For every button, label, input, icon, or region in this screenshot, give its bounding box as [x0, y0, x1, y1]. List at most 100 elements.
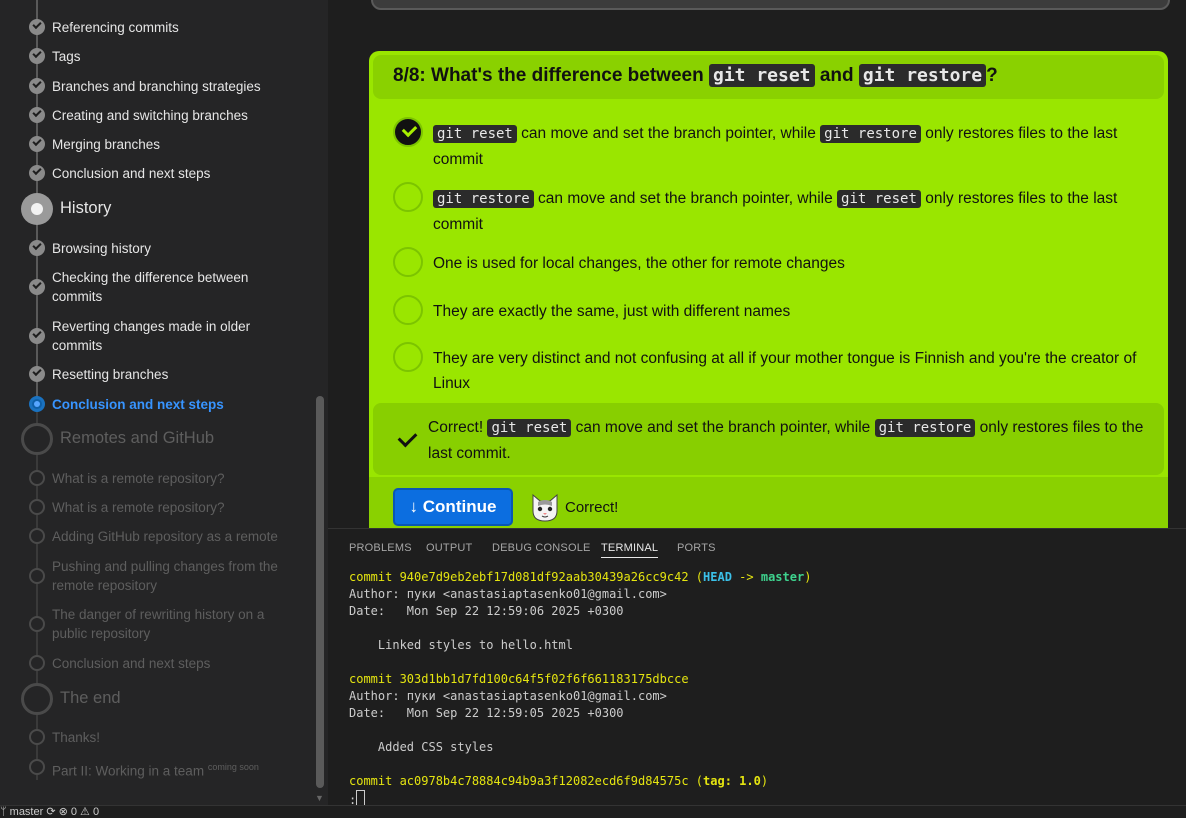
sidebar-item-conclusion[interactable]: Conclusion and next steps — [52, 164, 284, 183]
feedback-prefix: Correct! — [428, 419, 484, 436]
head-label: HEAD — [703, 570, 732, 584]
option-text-part: can move and set the branch pointer, whi… — [538, 190, 833, 207]
sidebar-item-adding-github[interactable]: Adding GitHub repository as a remote — [52, 527, 284, 546]
code-git-restore: git restore — [858, 64, 987, 87]
option-text: They are exactly the same, just with dif… — [433, 303, 791, 320]
sidebar-item-tags[interactable]: Tags — [52, 47, 284, 66]
lesson-done-icon — [29, 48, 45, 64]
option-text: They are very distinct and not confusing… — [433, 350, 1137, 392]
quiz-card: 8/8: What's the difference between git r… — [369, 51, 1168, 528]
lesson-done-icon — [29, 279, 45, 295]
sidebar-item-part-two[interactable]: Part II: Working in a team coming soon — [52, 758, 284, 781]
quiz-feedback: Correct! git reset can move and set the … — [373, 403, 1164, 475]
tag-label: tag: 1.0 — [703, 774, 761, 788]
sidebar-item-pushing-pulling[interactable]: Pushing and pulling changes from the rem… — [52, 557, 284, 595]
sidebar-item-thanks[interactable]: Thanks! — [52, 728, 284, 747]
option-text: git reset can move and set the branch po… — [433, 121, 1151, 172]
check-circle-icon[interactable] — [393, 117, 423, 147]
quiz-option-2[interactable]: git restore can move and set the branch … — [393, 182, 1163, 233]
tab-problems[interactable]: PROBLEMS — [349, 542, 412, 554]
lesson-done-icon — [29, 107, 45, 123]
terminal-cursor — [356, 790, 366, 806]
option-text: git restore can move and set the branch … — [433, 186, 1151, 237]
cat-emoji-icon — [532, 493, 558, 522]
sidebar-scrollbar-thumb[interactable] — [316, 396, 324, 788]
quiz-option-1[interactable]: git reset can move and set the branch po… — [393, 117, 1163, 168]
commit-message: Linked styles to hello.html — [377, 638, 573, 652]
status-bar: ᛘ master ⟳ ⊗ 0 ⚠ 0 — [0, 805, 1186, 818]
lesson-pending-icon — [29, 729, 45, 745]
sidebar-item-remote-repo-2[interactable]: What is a remote repository? — [52, 498, 284, 517]
previous-card — [371, 0, 1170, 10]
sidebar-item-creating-branches[interactable]: Creating and switching branches — [52, 106, 284, 125]
tab-debug-console[interactable]: DEBUG CONSOLE — [492, 542, 591, 554]
sidebar-item-referencing-commits[interactable]: Referencing commits — [52, 18, 284, 37]
tab-output[interactable]: OUTPUT — [426, 542, 472, 554]
part-two-label: Part II: Working in a team — [52, 763, 205, 779]
tab-ports[interactable]: PORTS — [677, 542, 716, 554]
section-progress-icon — [21, 423, 53, 455]
lesson-pending-icon — [29, 655, 45, 671]
quiz-option-4[interactable]: They are exactly the same, just with dif… — [393, 295, 1163, 329]
quiz-option-3[interactable]: One is used for local changes, the other… — [393, 247, 1163, 281]
terminal-output[interactable]: commit 940e7d9eb2ebf17d081df92aab30439a2… — [349, 569, 811, 806]
lesson-done-icon — [29, 328, 45, 344]
course-sidebar: Referencing commits Tags Branches and br… — [0, 0, 313, 805]
continue-button[interactable]: ↓ Continue — [393, 488, 513, 526]
sidebar-item-branching-strategies[interactable]: Branches and branching strategies — [52, 77, 284, 96]
code-git-reset: git reset — [837, 190, 921, 208]
section-title-history[interactable]: History — [60, 199, 111, 218]
lesson-pending-icon — [29, 616, 45, 632]
code-git-restore: git restore — [874, 419, 976, 437]
head-arrow: -> — [739, 570, 754, 584]
sidebar-item-checking-difference[interactable]: Checking the difference between commits — [52, 268, 284, 306]
code-git-restore: git restore — [433, 190, 534, 208]
radio-empty-icon[interactable] — [393, 342, 423, 372]
sidebar-item-remote-repo[interactable]: What is a remote repository? — [52, 469, 284, 488]
radio-empty-icon[interactable] — [393, 295, 423, 325]
commit-author: Author: пуки <anastasiaptasenko01@gmail.… — [349, 689, 667, 703]
sidebar-item-resetting-branches[interactable]: Resetting branches — [52, 365, 284, 384]
question-text: and — [819, 65, 854, 86]
lesson-pending-icon — [29, 470, 45, 486]
lesson-current-icon — [29, 396, 45, 412]
check-icon — [397, 427, 418, 448]
question-text: ? — [986, 65, 998, 86]
section-progress-icon — [21, 683, 53, 715]
quiz-question-title: 8/8: What's the difference between git r… — [393, 64, 998, 87]
commit-hash: commit 940e7d9eb2ebf17d081df92aab30439a2… — [349, 570, 689, 584]
sidebar-item-remote-conclusion[interactable]: Conclusion and next steps — [52, 654, 284, 673]
sidebar-item-reverting-changes[interactable]: Reverting changes made in older commits — [52, 317, 284, 355]
sidebar-item-conclusion-active[interactable]: Conclusion and next steps — [52, 395, 284, 414]
commit-hash: commit ac0978b4c78884c94b9a3f12082ecd6f9… — [349, 774, 689, 788]
lesson-pending-icon — [29, 499, 45, 515]
sidebar-item-merging-branches[interactable]: Merging branches — [52, 135, 284, 154]
quiz-header: 8/8: What's the difference between git r… — [373, 55, 1164, 99]
section-progress-icon — [21, 193, 53, 225]
radio-empty-icon[interactable] — [393, 182, 423, 212]
sidebar-item-browsing-history[interactable]: Browsing history — [52, 239, 284, 258]
quiz-option-5[interactable]: They are very distinct and not confusing… — [393, 342, 1163, 392]
code-git-restore: git restore — [820, 125, 921, 143]
coming-soon-badge: coming soon — [207, 762, 259, 772]
lesson-pending-icon — [29, 568, 45, 584]
commit-message: Added CSS styles — [377, 740, 494, 754]
scroll-down-arrow-icon[interactable]: ▼ — [315, 793, 324, 803]
status-bar-text[interactable]: ᛘ master ⟳ ⊗ 0 ⚠ 0 — [0, 806, 99, 818]
sidebar-item-rewriting-history[interactable]: The danger of rewriting history on a pub… — [52, 605, 284, 643]
radio-empty-icon[interactable] — [393, 247, 423, 277]
option-text: One is used for local changes, the other… — [433, 255, 845, 272]
lesson-pending-icon — [29, 528, 45, 544]
lesson-done-icon — [29, 78, 45, 94]
lesson-done-icon — [29, 19, 45, 35]
lesson-pending-icon — [29, 759, 45, 775]
commit-date: Date: Mon Sep 22 12:59:05 2025 +0300 — [349, 706, 624, 720]
option-text-part: can move and set the branch pointer, whi… — [521, 125, 816, 142]
section-title-end[interactable]: The end — [60, 689, 121, 708]
lesson-content: 8/8: What's the difference between git r… — [328, 0, 1186, 528]
feedback-text-part: can move and set the branch pointer, whi… — [575, 419, 871, 436]
tab-terminal[interactable]: TERMINAL — [601, 542, 659, 558]
code-git-reset: git reset — [708, 64, 815, 87]
section-title-remotes[interactable]: Remotes and GitHub — [60, 429, 214, 448]
branch-label: master — [760, 570, 805, 584]
